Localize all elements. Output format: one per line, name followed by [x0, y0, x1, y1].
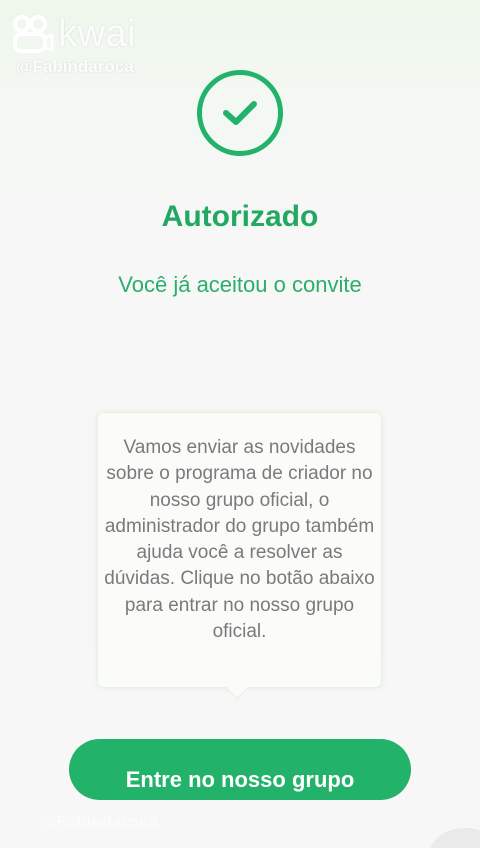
kwai-brand: kwai [58, 13, 137, 55]
check-mark [223, 101, 257, 125]
watermark-handle: @Fabindaroca [16, 57, 134, 76]
kwai-logo-icon [13, 15, 54, 53]
kwai-logo-row: kwai [12, 14, 136, 54]
bottom-watermark: @Fabindaroca [40, 812, 158, 831]
kwai-watermark: kwai @Fabindaroca [12, 14, 136, 77]
info-tooltip: Vamos enviar as novidades sobre o progra… [97, 412, 382, 700]
corner-decoration [430, 828, 480, 848]
check-icon [197, 70, 283, 156]
status-subtitle: Você já aceitou o convite [118, 272, 362, 297]
status-title: Autorizado [161, 200, 319, 233]
join-group-button[interactable]: Entre no nosso grupo [69, 739, 411, 800]
info-text: Vamos enviar as novidades sobre o progra… [104, 437, 375, 643]
tooltip-arrow [225, 676, 249, 700]
